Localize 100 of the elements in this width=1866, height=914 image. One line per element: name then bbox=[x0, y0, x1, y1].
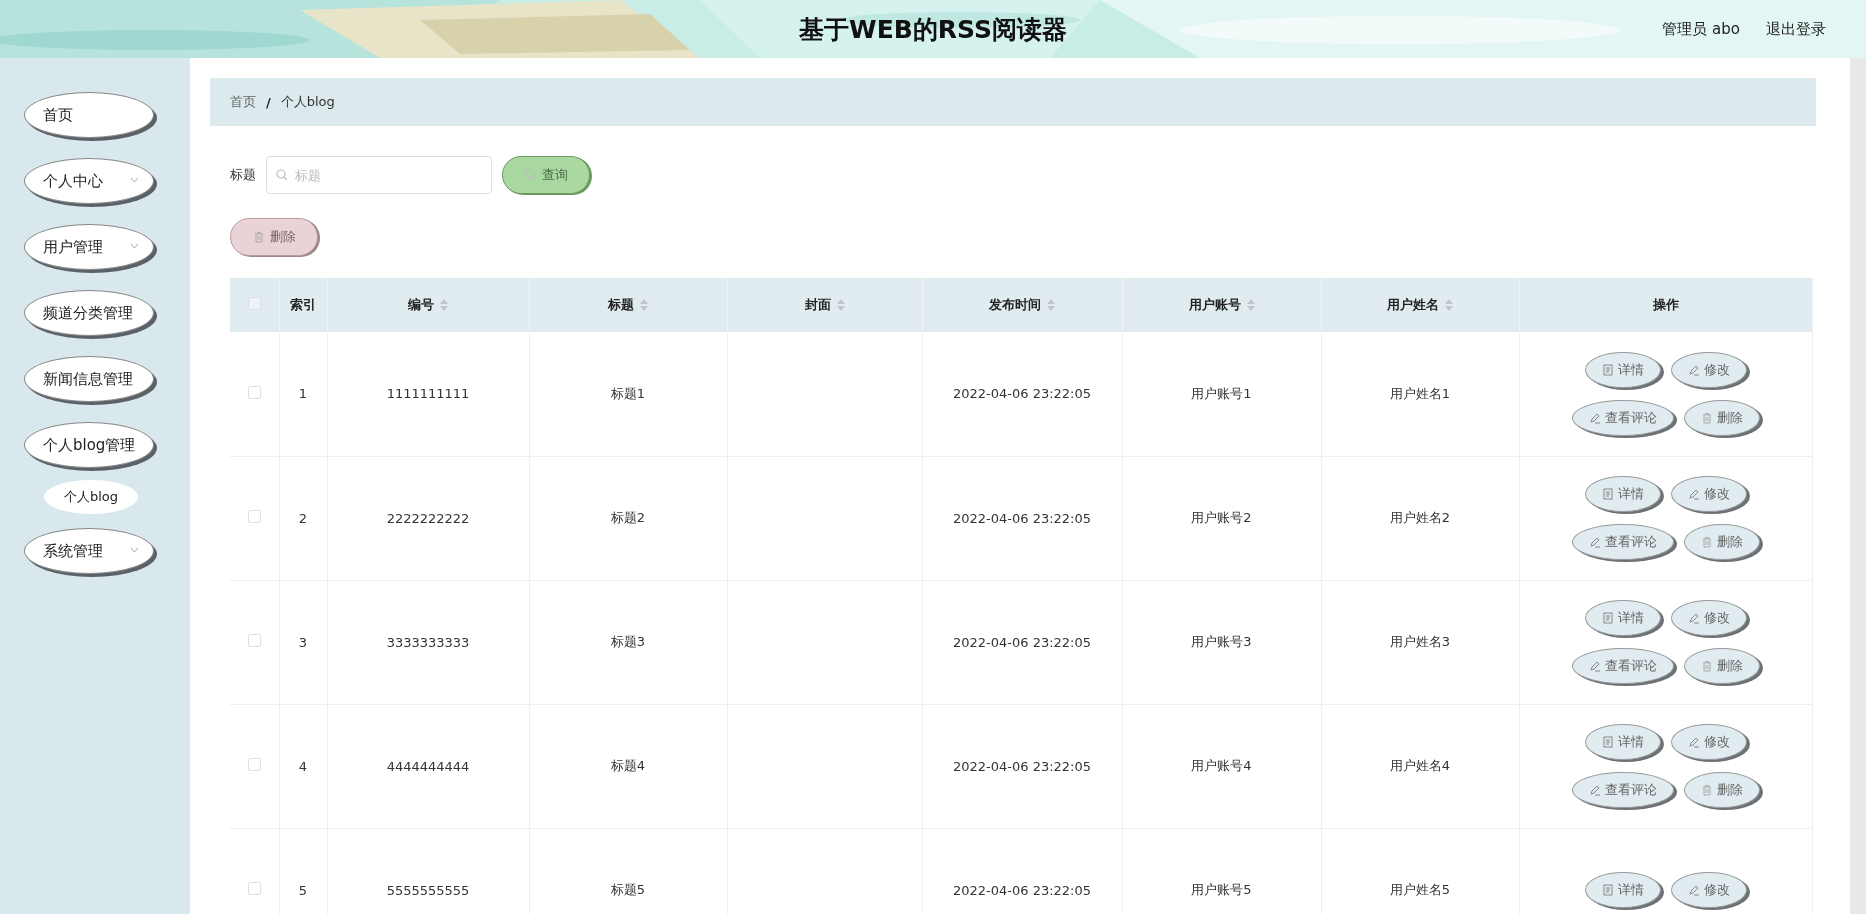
breadcrumb-current: 个人blog bbox=[280, 93, 335, 111]
action-button[interactable]: 详情 bbox=[1584, 351, 1661, 388]
action-button[interactable]: 详情 bbox=[1584, 724, 1661, 760]
table-cell: 1 bbox=[298, 386, 308, 402]
column-header: 索引 bbox=[290, 296, 316, 314]
sort-icon bbox=[1047, 299, 1055, 311]
table-cell: 标题1 bbox=[610, 385, 646, 401]
row-checkbox[interactable] bbox=[247, 882, 261, 895]
column-header[interactable]: 封面 bbox=[804, 296, 845, 314]
breadcrumb-link[interactable]: 首页 bbox=[230, 93, 256, 111]
action-button[interactable]: 详情 bbox=[1584, 872, 1661, 908]
row-checkbox[interactable] bbox=[247, 758, 261, 771]
row-checkbox[interactable] bbox=[247, 634, 261, 647]
column-header[interactable]: 编号 bbox=[408, 296, 448, 314]
row-checkbox[interactable] bbox=[247, 385, 261, 399]
table-cell: 用户账号5 bbox=[1191, 882, 1252, 897]
search-icon bbox=[524, 169, 537, 181]
pencil-icon bbox=[1687, 884, 1700, 896]
table-cell: 2022-04-06 23:22:05 bbox=[952, 882, 1092, 898]
document-icon bbox=[1601, 884, 1614, 896]
menu-item[interactable]: 新闻信息管理 bbox=[24, 356, 154, 402]
column-header[interactable]: 发布时间 bbox=[989, 296, 1055, 314]
action-button[interactable]: 修改 bbox=[1670, 476, 1747, 512]
table-cell: 标题3 bbox=[610, 634, 646, 649]
table-cell: 用户姓名3 bbox=[1389, 634, 1451, 649]
trash-icon bbox=[1700, 660, 1713, 672]
action-button[interactable]: 查看评论 bbox=[1571, 524, 1674, 560]
menu-item[interactable]: 首页 bbox=[24, 92, 154, 138]
table-cell: 用户姓名2 bbox=[1389, 510, 1451, 525]
trash-icon bbox=[1700, 536, 1713, 548]
action-button[interactable]: 修改 bbox=[1670, 600, 1747, 636]
action-button[interactable]: 删除 bbox=[1683, 399, 1760, 436]
table-cell: 用户账号3 bbox=[1191, 634, 1252, 649]
table-cell: 2222222222 bbox=[386, 510, 470, 526]
search-field[interactable]: 标题 bbox=[266, 156, 492, 194]
document-icon bbox=[1601, 363, 1614, 376]
column-header[interactable]: 用户姓名 bbox=[1387, 296, 1453, 314]
table-cell: 2022-04-06 23:22:05 bbox=[952, 758, 1092, 774]
menu-item[interactable]: 频道分类管理 bbox=[24, 290, 154, 336]
sort-icon bbox=[1445, 299, 1453, 311]
search-label: 标题 bbox=[230, 166, 256, 184]
action-button[interactable]: 删除 bbox=[1683, 772, 1760, 808]
app-title: 基于WEB的RSS阅读器 bbox=[799, 13, 1067, 46]
table-cell: 2022-04-06 23:22:05 bbox=[952, 386, 1092, 402]
table-cell: 用户姓名1 bbox=[1389, 385, 1451, 401]
table-cell: 用户账号4 bbox=[1191, 758, 1252, 773]
pencil-icon bbox=[1588, 660, 1601, 672]
document-icon bbox=[1601, 612, 1614, 624]
document-icon bbox=[1601, 736, 1614, 748]
sort-icon bbox=[1246, 299, 1255, 311]
action-button[interactable]: 详情 bbox=[1584, 476, 1661, 512]
trash-icon bbox=[1700, 411, 1713, 424]
table-cell: 用户姓名4 bbox=[1389, 758, 1451, 773]
table-cell: 2022-04-06 23:22:05 bbox=[952, 634, 1092, 650]
action-button[interactable]: 修改 bbox=[1670, 724, 1747, 760]
table-cell: 用户姓名5 bbox=[1389, 882, 1451, 897]
trash-icon bbox=[1700, 784, 1713, 796]
menu-item[interactable]: 个人blog管理 bbox=[24, 422, 154, 468]
table-cell: 用户账号2 bbox=[1191, 510, 1252, 525]
table-cell: 2022-04-06 23:22:05 bbox=[952, 510, 1092, 526]
action-button[interactable]: 查看评论 bbox=[1571, 772, 1674, 808]
submenu-item[interactable]: 个人blog bbox=[44, 480, 138, 514]
pencil-icon bbox=[1687, 488, 1700, 500]
action-button[interactable]: 查看评论 bbox=[1571, 399, 1674, 436]
pencil-icon bbox=[1687, 363, 1700, 376]
column-header[interactable]: 标题 bbox=[608, 296, 648, 314]
action-button[interactable]: 详情 bbox=[1584, 600, 1661, 636]
action-button[interactable]: 修改 bbox=[1670, 872, 1747, 908]
user-label: 管理员 abo bbox=[1662, 19, 1740, 39]
search-button[interactable]: 查询 bbox=[502, 156, 590, 194]
trash-icon bbox=[252, 231, 265, 243]
action-button[interactable]: 查看评论 bbox=[1571, 648, 1674, 684]
table-cell: 5 bbox=[298, 882, 308, 898]
search-icon bbox=[276, 169, 288, 181]
delete-button[interactable]: 删除 bbox=[230, 218, 318, 256]
table-cell: 1111111111 bbox=[386, 386, 470, 402]
pencil-icon bbox=[1588, 536, 1601, 548]
table-cell: 5555555555 bbox=[386, 882, 470, 898]
table-cell: 用户账号1 bbox=[1191, 385, 1252, 401]
column-header[interactable]: 用户账号 bbox=[1188, 296, 1255, 314]
row-checkbox[interactable] bbox=[247, 510, 261, 523]
menu-item[interactable]: 个人中心 bbox=[24, 158, 154, 204]
chevron-down-icon bbox=[130, 243, 139, 249]
pencil-icon bbox=[1588, 784, 1601, 796]
table-cell: 4444444444 bbox=[386, 758, 470, 774]
table-cell: 标题2 bbox=[610, 510, 646, 525]
table-cell: 2 bbox=[298, 510, 308, 526]
action-button[interactable]: 删除 bbox=[1683, 524, 1760, 560]
action-button[interactable]: 修改 bbox=[1670, 351, 1747, 388]
table-cell: 3 bbox=[298, 634, 308, 650]
action-button[interactable]: 删除 bbox=[1683, 648, 1760, 684]
table-cell: 标题5 bbox=[610, 882, 646, 897]
logout-link[interactable]: 退出登录 bbox=[1766, 19, 1826, 39]
document-icon bbox=[1601, 488, 1614, 500]
pencil-icon bbox=[1588, 411, 1601, 424]
menu-item[interactable]: 用户管理 bbox=[24, 224, 154, 270]
breadcrumb-separator: / bbox=[266, 94, 271, 110]
menu-item[interactable]: 系统管理 bbox=[24, 528, 154, 574]
chevron-down-icon bbox=[130, 547, 139, 553]
pencil-icon bbox=[1687, 612, 1700, 624]
